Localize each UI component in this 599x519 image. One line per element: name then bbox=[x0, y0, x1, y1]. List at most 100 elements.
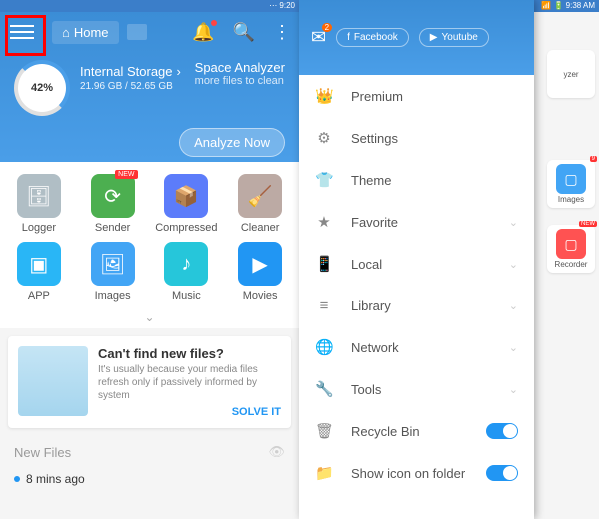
menu-label: Favorite bbox=[351, 215, 398, 230]
images-icon: 🖼 bbox=[91, 242, 135, 286]
analyzer-title: Space Analyzer bbox=[195, 60, 285, 75]
menu-theme[interactable]: 👕 Theme bbox=[299, 159, 534, 201]
mail-icon[interactable]: ✉2 bbox=[311, 27, 326, 48]
chevron-down-icon: ⌄ bbox=[509, 258, 518, 271]
menu-label: Settings bbox=[351, 131, 398, 146]
menu-library[interactable]: ≡Library⌄ bbox=[299, 285, 534, 326]
tile-label: APP bbox=[6, 290, 72, 302]
add-tab-button[interactable] bbox=[127, 24, 147, 40]
highlight-menu bbox=[5, 15, 46, 56]
tile-label: Cleaner bbox=[227, 222, 293, 234]
status-bar: ⋯ 9:20 bbox=[0, 0, 299, 12]
menu-show-icon-on-folder[interactable]: 📁 Show icon on folder bbox=[299, 452, 534, 494]
facebook-icon: f bbox=[347, 32, 350, 43]
analyzer-sub: more files to clean bbox=[195, 75, 285, 87]
menu-recycle-bin[interactable]: 🗑 Recycle Bin bbox=[299, 410, 534, 452]
peek-tile[interactable]: 9▢Images bbox=[547, 160, 595, 208]
storage-gauge[interactable]: 42% bbox=[14, 60, 70, 116]
tile-logger[interactable]: 🗄 Logger bbox=[6, 174, 72, 234]
hint-text: It's usually because your media files re… bbox=[98, 363, 281, 402]
stack-icon: ≡ bbox=[315, 297, 333, 314]
drawer-menu: 👑 Premium ⚙Settings 👕 Theme ★ Favorite ⌄ 📱 Local ⌄… bbox=[299, 75, 534, 494]
tile-label: Sender bbox=[80, 222, 146, 234]
menu-label: Show icon on folder bbox=[351, 466, 465, 481]
menu-premium[interactable]: 👑 Premium bbox=[299, 75, 534, 117]
menu-label: Recycle Bin bbox=[351, 424, 420, 439]
dot-icon bbox=[14, 476, 20, 482]
hint-card: Can't find new files? It's usually becau… bbox=[8, 336, 291, 428]
phone-icon: 📱 bbox=[315, 255, 333, 273]
peek-label: yzer bbox=[563, 70, 578, 79]
menu-favorite[interactable]: ★ Favorite ⌄ bbox=[299, 201, 534, 243]
movies-icon: ▶ bbox=[238, 242, 282, 286]
peek-tile[interactable]: NEW▢Recorder bbox=[547, 225, 595, 273]
peek-icon: ▢ bbox=[556, 229, 586, 259]
peek-icon: ▢ bbox=[556, 164, 586, 194]
menu-label: Theme bbox=[351, 173, 391, 188]
toggle-switch[interactable] bbox=[486, 465, 518, 481]
hint-image bbox=[18, 346, 88, 416]
peek-tile[interactable]: yzer bbox=[547, 50, 595, 98]
tab-home[interactable]: ⌂ Home bbox=[52, 21, 119, 44]
menu-tools[interactable]: 🔧 Tools ⌄ bbox=[299, 368, 534, 410]
search-icon[interactable]: 🔍 bbox=[233, 22, 255, 43]
menu-local[interactable]: 📱 Local ⌄ bbox=[299, 243, 534, 285]
menu-label: Premium bbox=[351, 89, 403, 104]
badge: NEW bbox=[579, 221, 597, 227]
star-icon: ★ bbox=[315, 213, 333, 231]
tile-label: Music bbox=[154, 290, 220, 302]
eye-icon[interactable]: 👁 bbox=[268, 444, 285, 460]
badge: 9 bbox=[590, 156, 597, 162]
new-badge: NEW bbox=[115, 170, 137, 179]
menu-label: Local bbox=[351, 257, 382, 272]
menu-label: Tools bbox=[351, 382, 381, 397]
chevron-down-icon: ⌄ bbox=[509, 383, 518, 396]
expand-icon[interactable]: ⌄ bbox=[0, 306, 299, 328]
chevron-down-icon: ⌄ bbox=[509, 216, 518, 229]
menu-label: Network bbox=[351, 340, 399, 355]
solve-button[interactable]: SOLVE IT bbox=[98, 406, 281, 418]
tile-sender[interactable]: NEW⟳Sender bbox=[80, 174, 146, 234]
tile-compressed[interactable]: 📦 Compressed bbox=[154, 174, 220, 234]
app-icon: ▣ bbox=[17, 242, 61, 286]
new-files-heading: New Files 👁 bbox=[0, 436, 299, 468]
tools-grid: 🗄 Logger NEW⟳ Sender 📦 Compressed 🧹Cleaner ▣ APP… bbox=[0, 162, 299, 306]
toggle-switch[interactable] bbox=[486, 423, 518, 439]
menu-network[interactable]: 🌐Network⌄ bbox=[299, 326, 534, 368]
logger-icon: 🗄 bbox=[17, 174, 61, 218]
tile-label: Images bbox=[80, 290, 146, 302]
globe-icon: 🌐 bbox=[315, 338, 333, 356]
tile-label: Logger bbox=[6, 222, 72, 234]
chevron-down-icon: ⌄ bbox=[509, 299, 518, 312]
facebook-button[interactable]: fFacebook bbox=[336, 28, 409, 47]
tile-images[interactable]: 🖼 Images bbox=[80, 242, 146, 302]
nav-drawer: ✉2 fFacebook ▶Youtube 👑Premium⚙Settings👕… bbox=[299, 0, 534, 519]
peek-label: Images bbox=[558, 195, 584, 204]
crown-icon: 👑 bbox=[315, 87, 333, 105]
wrench-icon: 🔧 bbox=[315, 380, 333, 398]
tile-movies[interactable]: ▶ Movies bbox=[227, 242, 293, 302]
tab-label: Home bbox=[74, 25, 109, 40]
youtube-icon: ▶ bbox=[430, 32, 438, 43]
storage-title[interactable]: Internal Storage › bbox=[80, 64, 185, 79]
trash-icon: 🗑 bbox=[315, 422, 333, 440]
analyze-button[interactable]: Analyze Now bbox=[179, 128, 285, 157]
notification-icon[interactable]: 🔔 bbox=[192, 22, 214, 43]
overflow-icon[interactable]: ⋮ bbox=[273, 22, 291, 43]
home-icon: ⌂ bbox=[62, 25, 70, 40]
tile-label: Compressed bbox=[154, 222, 220, 234]
hint-title: Can't find new files? bbox=[98, 346, 281, 361]
new-file-item[interactable]: 8 mins ago bbox=[0, 468, 299, 490]
shirt-icon: 👕 bbox=[315, 171, 333, 189]
tile-music[interactable]: ♪Music bbox=[154, 242, 220, 302]
menu-settings[interactable]: ⚙Settings bbox=[299, 117, 534, 159]
peek-label: Recorder bbox=[555, 260, 588, 269]
chevron-right-icon: › bbox=[177, 64, 181, 79]
folder-icon: 📁 bbox=[315, 464, 333, 482]
tile-cleaner[interactable]: 🧹Cleaner bbox=[227, 174, 293, 234]
tile-app[interactable]: ▣ APP bbox=[6, 242, 72, 302]
sender-icon: ⟳ bbox=[91, 174, 135, 218]
compressed-icon: 📦 bbox=[164, 174, 208, 218]
tile-label: Movies bbox=[227, 290, 293, 302]
youtube-button[interactable]: ▶Youtube bbox=[419, 28, 489, 47]
